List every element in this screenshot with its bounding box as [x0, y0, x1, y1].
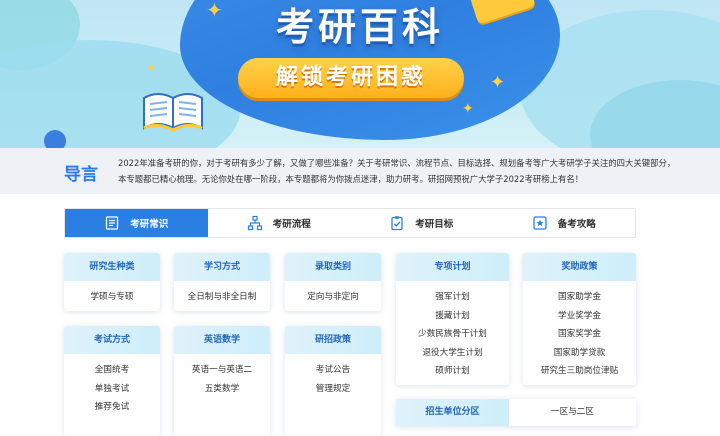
flowchart-icon	[247, 215, 262, 231]
card-link[interactable]: 援藏计划	[396, 307, 509, 326]
card-reward-policy: 奖助政策 国家助学金 学业奖学金 国家奖学金 国家助学贷款 研究生三助岗位津贴	[523, 253, 636, 385]
card-title: 招生单位分区	[396, 399, 509, 426]
card-link[interactable]: 退役大学生计划	[396, 344, 509, 363]
card-title: 研招政策	[285, 326, 381, 354]
card-link[interactable]: 强军计划	[396, 288, 509, 307]
card-admission-district: 招生单位分区 一区与二区	[396, 399, 636, 426]
tab-label: 考研目标	[415, 219, 454, 230]
card-link[interactable]: 考试公告	[285, 361, 381, 380]
card-link[interactable]: 国家奖学金	[523, 325, 636, 344]
star-badge-icon	[533, 216, 547, 230]
intro-line: 2022年准备考研的你，对于考研有多少了解，又做了哪些准备？关于考研常识、流程节…	[118, 158, 676, 168]
card-link[interactable]: 一区与二区	[509, 399, 636, 426]
card-link[interactable]: 全国统考	[64, 361, 160, 380]
card-research-type: 研究生种类 学硕与专硕	[64, 253, 160, 311]
card-link[interactable]: 定向与非定向	[285, 288, 381, 307]
decor-ball	[44, 130, 66, 148]
tab-prep-guide[interactable]: 备考攻略	[493, 209, 636, 237]
star-icon: ✦	[462, 101, 474, 117]
star-icon: ✦	[490, 72, 506, 93]
card-admission-type: 录取类别 定向与非定向	[285, 253, 381, 311]
card-link[interactable]: 英语一与英语二	[174, 361, 270, 380]
book-icon	[106, 216, 119, 230]
card-link[interactable]: 国家助学贷款	[523, 344, 636, 363]
card-link[interactable]: 少数民族骨干计划	[396, 325, 509, 344]
tab-exam-goals[interactable]: 考研目标	[350, 209, 493, 237]
card-title: 奖助政策	[523, 253, 636, 281]
banner-title: 考研百科	[275, 5, 444, 49]
card-title: 录取类别	[285, 253, 381, 281]
tab-exam-basics[interactable]: 考研常识	[65, 209, 208, 237]
card-link[interactable]: 研究生三助岗位津贴	[523, 362, 636, 381]
card-admission-policy: 研招政策 考试公告 管理规定	[285, 326, 381, 436]
clipboard-check-icon	[391, 216, 403, 231]
star-icon: ✦	[146, 61, 157, 75]
card-english-math: 英语数学 英语一与英语二 五类数学	[174, 326, 270, 436]
intro-heading: 导言	[64, 165, 98, 185]
tab-label: 考研流程	[272, 219, 311, 230]
card-link[interactable]: 推荐免试	[64, 398, 160, 417]
card-title: 专项计划	[396, 253, 509, 281]
card-link[interactable]: 硕师计划	[396, 362, 509, 381]
card-study-mode: 学习方式 全日制与非全日制	[174, 253, 270, 311]
banner-subtitle: 解锁考研困惑	[238, 58, 464, 98]
tab-label: 备考攻略	[557, 219, 596, 230]
card-link[interactable]: 五类数学	[174, 380, 270, 399]
card-exam-method: 考试方式 全国统考 单独考试 推荐免试	[64, 326, 160, 436]
hero-banner: 考研百科 解锁考研困惑 ✦ ✦ ✦ ✦	[0, 0, 720, 148]
tab-label: 考研常识	[130, 219, 169, 230]
card-link[interactable]: 学硕与专硕	[64, 288, 160, 307]
card-title: 考试方式	[64, 326, 160, 354]
card-title: 英语数学	[174, 326, 270, 354]
card-link[interactable]: 管理规定	[285, 380, 381, 399]
card-link[interactable]: 全日制与非全日制	[174, 288, 270, 307]
intro-section: 导言 2022年准备考研的你，对于考研有多少了解，又做了哪些准备？关于考研常识、…	[0, 148, 720, 194]
intro-line: 本专题都已精心梳理。无论你处在哪一阶段，本专题都将为你拨点迷津，助力研考。研招网…	[118, 174, 584, 184]
card-link[interactable]: 学业奖学金	[523, 307, 636, 326]
star-icon: ✦	[206, 0, 223, 22]
card-link[interactable]: 国家助学金	[523, 288, 636, 307]
card-title: 学习方式	[174, 253, 270, 281]
card-link[interactable]: 单独考试	[64, 380, 160, 399]
tab-exam-process[interactable]: 考研流程	[208, 209, 351, 237]
open-book-icon	[143, 93, 203, 132]
category-tabs: 考研常识 考研流程 考研目标 备考攻略	[64, 208, 636, 238]
card-special-program: 专项计划 强军计划 援藏计划 少数民族骨干计划 退役大学生计划 硕师计划	[396, 253, 509, 385]
card-title: 研究生种类	[64, 253, 160, 281]
intro-text: 2022年准备考研的你，对于考研有多少了解，又做了哪些准备？关于考研常识、流程节…	[118, 155, 678, 187]
